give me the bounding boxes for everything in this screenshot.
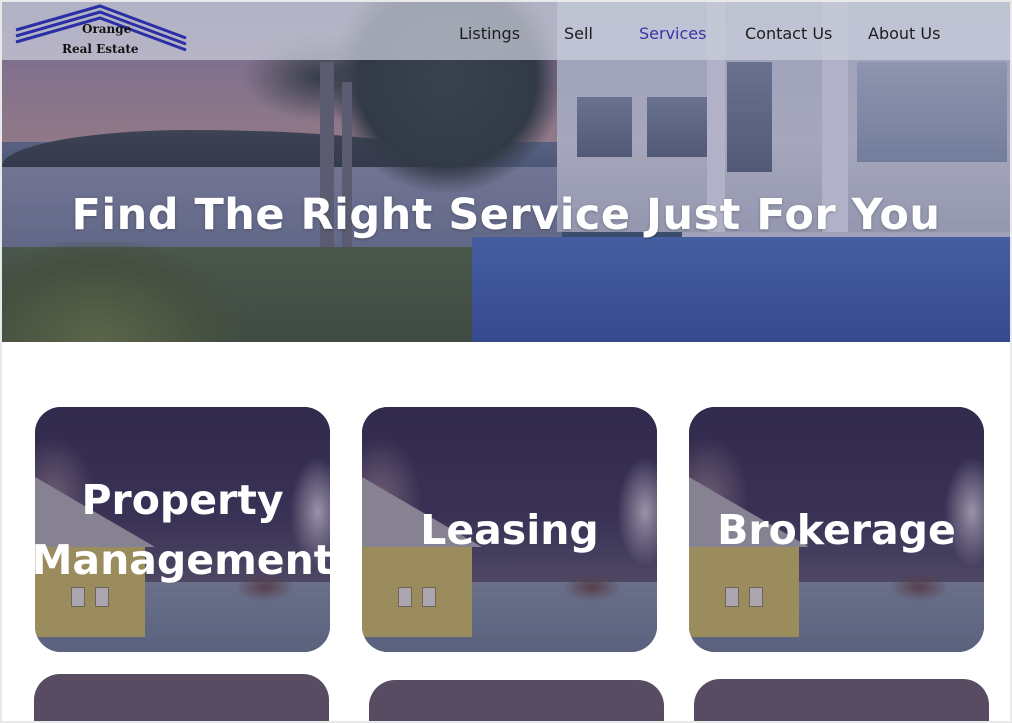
page: Find The Right Service Just For You Oran… xyxy=(2,2,1010,721)
service-card-property-management[interactable]: Property Management xyxy=(35,407,330,652)
logo-line-1: Orange xyxy=(82,22,132,36)
service-card-brokerage[interactable]: Brokerage xyxy=(689,407,984,652)
service-card-title: Brokerage xyxy=(717,505,956,554)
nav-contact-us[interactable]: Contact Us xyxy=(745,24,832,43)
service-card-row2-2[interactable] xyxy=(369,680,664,721)
service-card-title: Leasing xyxy=(420,505,599,554)
logo[interactable]: Orange Real Estate xyxy=(14,4,188,59)
service-card-row2-3[interactable] xyxy=(694,679,989,721)
hero-title: Find The Right Service Just For You xyxy=(71,190,941,240)
service-card-leasing[interactable]: Leasing xyxy=(362,407,657,652)
nav-services[interactable]: Services xyxy=(639,24,706,43)
logo-line-2: Real Estate xyxy=(62,42,139,56)
nav-about-us[interactable]: About Us xyxy=(868,24,940,43)
service-card-title: Property Management xyxy=(35,475,330,584)
service-card-row2-1[interactable] xyxy=(34,674,329,721)
nav-sell[interactable]: Sell xyxy=(564,24,593,43)
nav-listings[interactable]: Listings xyxy=(459,24,520,43)
top-navbar: Orange Real Estate Listings Sell Service… xyxy=(2,2,1010,60)
